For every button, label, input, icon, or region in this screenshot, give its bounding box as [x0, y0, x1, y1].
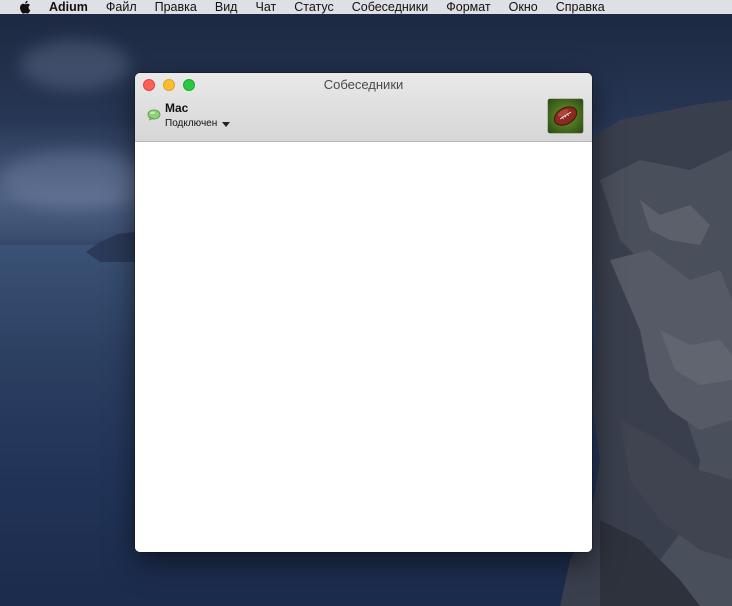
menu-status[interactable]: Статус: [294, 0, 334, 14]
menu-view[interactable]: Вид: [215, 0, 238, 14]
menu-file[interactable]: Файл: [106, 0, 137, 14]
menu-chat[interactable]: Чат: [255, 0, 276, 14]
menu-help[interactable]: Справка: [556, 0, 605, 14]
window-title: Собеседники: [323, 77, 404, 92]
football-avatar-icon[interactable]: [548, 99, 583, 133]
apple-menu-icon[interactable]: [17, 0, 31, 14]
account-name[interactable]: Mac: [165, 101, 188, 115]
menu-edit[interactable]: Правка: [155, 0, 197, 14]
contacts-window: Собеседники Mac Подключен: [135, 73, 592, 552]
contact-list[interactable]: [135, 142, 592, 552]
chevron-down-icon: [222, 121, 231, 127]
status-dropdown[interactable]: Подключен: [165, 118, 231, 129]
menu-contacts[interactable]: Собеседники: [352, 0, 429, 14]
menu-window[interactable]: Окно: [509, 0, 538, 14]
menu-format[interactable]: Формат: [446, 0, 490, 14]
window-toolbar: Собеседники Mac Подключен: [135, 73, 592, 142]
status-label: Подключен: [165, 118, 218, 129]
available-status-icon: [147, 108, 161, 121]
menu-bar: Adium Файл Правка Вид Чат Статус Собесед…: [0, 0, 732, 14]
menu-app-name[interactable]: Adium: [49, 0, 88, 14]
